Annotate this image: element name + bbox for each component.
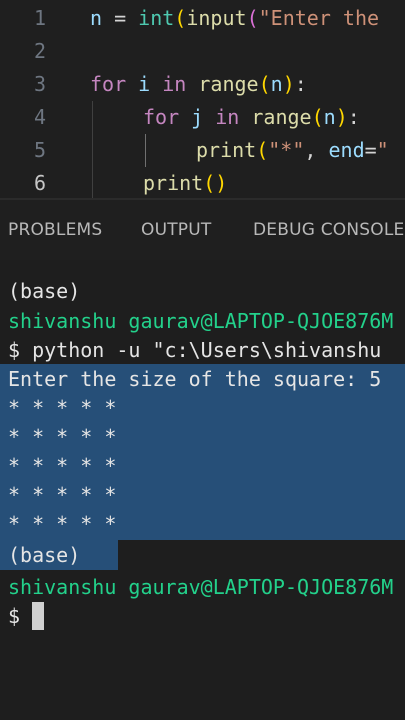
code-text[interactable]: for i in range(n): [90,68,307,101]
line-number: 6 [33,171,46,195]
line-number: 1 [33,6,46,30]
code-editor[interactable]: 1 n = int(input("Enter the 2 3 for i in … [0,0,405,200]
code-text[interactable]: n = int(input("Enter the [90,2,379,35]
terminal[interactable]: (base) shivanshu gaurav@LAPTOP-QJOE876M … [0,260,405,720]
terminal-prompt-user: shivanshu gaurav@LAPTOP-QJOE876M [8,309,394,333]
tab-problems[interactable]: PROBLEMS [8,220,102,240]
terminal-command: $ python -u "c:\Users\shivanshu [8,338,382,362]
terminal-line: (base) [8,279,81,303]
code-text[interactable]: for j in range(n): [143,101,360,134]
editor-line-5[interactable]: 5 print("*", end=" [0,134,405,167]
line-number: 3 [33,72,46,96]
code-text[interactable]: print() [143,167,227,200]
terminal-prompt: $ [8,604,21,628]
terminal-line: (base) [8,543,81,567]
line-number: 4 [33,105,46,129]
tab-debug-console[interactable]: DEBUG CONSOLE [253,220,404,240]
editor-line-6[interactable]: 6 print() [0,167,405,200]
line-number: 5 [33,138,46,162]
editor-line-4[interactable]: 4 for j in range(n): [0,101,405,134]
terminal-output-line: * * * * * [8,454,117,478]
terminal-output-line: * * * * * [8,512,117,536]
terminal-prompt-user: shivanshu gaurav@LAPTOP-QJOE876M [8,575,394,599]
code-text[interactable]: print("*", end=" [196,134,389,167]
tab-output[interactable]: OUTPUT [141,220,212,240]
terminal-cursor[interactable] [32,602,44,630]
panel-tab-bar: PROBLEMS OUTPUT DEBUG CONSOLE [0,200,405,260]
editor-line-2[interactable]: 2 [0,35,405,68]
indent-guide [92,101,93,200]
terminal-output-line: * * * * * [8,396,117,420]
line-number: 2 [33,39,46,63]
indent-guide-active [145,134,146,167]
terminal-output-line: * * * * * [8,483,117,507]
editor-line-1[interactable]: 1 n = int(input("Enter the [0,2,405,35]
terminal-output-line: Enter the size of the square: 5 [8,367,382,391]
terminal-output-line: * * * * * [8,425,117,449]
editor-line-3[interactable]: 3 for i in range(n): [0,68,405,101]
